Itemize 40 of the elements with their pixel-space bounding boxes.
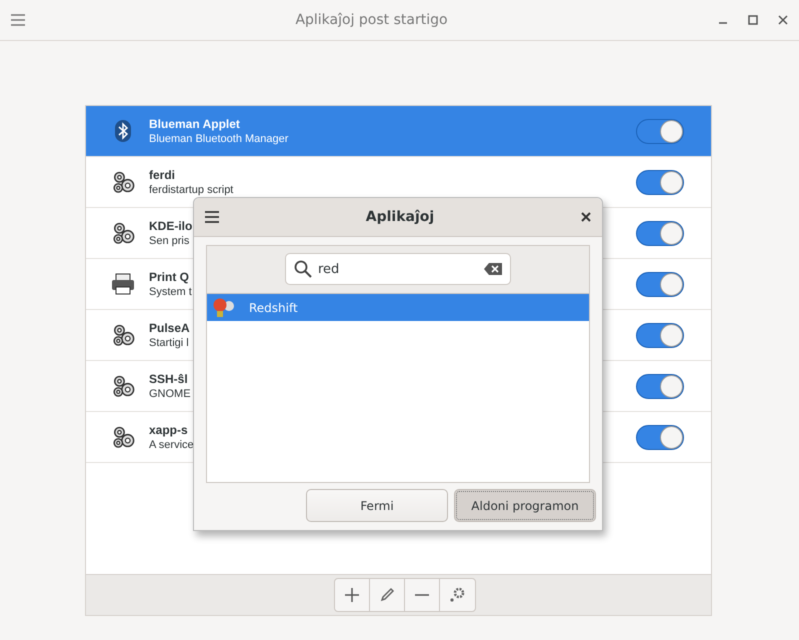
dialog-button[interactable]: Fermi bbox=[306, 489, 448, 522]
maximize-icon[interactable] bbox=[747, 14, 759, 26]
close-icon[interactable] bbox=[580, 211, 592, 223]
dialog-button[interactable]: Aldoni programon bbox=[454, 489, 596, 522]
bulb-icon bbox=[211, 296, 235, 318]
close-icon[interactable] bbox=[777, 14, 789, 26]
window-title: Aplikaĵoj post startigo bbox=[294, 12, 449, 28]
dialog-title: Aplikaĵoj bbox=[364, 209, 436, 225]
app-description: ferdistartup script bbox=[149, 184, 234, 196]
app-description: GNOME bbox=[149, 388, 192, 400]
search-text: red bbox=[318, 262, 340, 276]
settings-icon bbox=[448, 586, 466, 604]
app-description: System t bbox=[149, 286, 193, 298]
app-name: KDE-ilo bbox=[149, 219, 194, 233]
toggle-switch[interactable] bbox=[636, 424, 684, 450]
app-name: ferdi bbox=[149, 168, 176, 182]
app-description: Blueman Bluetooth Manager bbox=[149, 133, 290, 145]
toggle-switch[interactable] bbox=[636, 272, 684, 296]
add-icon bbox=[344, 587, 360, 603]
app-name: Print Q bbox=[149, 270, 190, 284]
app-description: A service bbox=[149, 439, 195, 451]
clear-icon[interactable] bbox=[484, 263, 502, 275]
app-description: Startigi l bbox=[149, 337, 190, 349]
toggle-switch[interactable] bbox=[636, 322, 684, 348]
pencil-icon bbox=[378, 587, 394, 603]
printer-icon bbox=[110, 271, 136, 297]
search-field[interactable]: red bbox=[285, 253, 511, 285]
search-icon bbox=[294, 260, 312, 278]
toggle-switch[interactable] bbox=[636, 220, 684, 246]
app-result[interactable]: Redshift bbox=[207, 294, 589, 321]
app-name: xapp-s bbox=[149, 423, 189, 437]
app-description: Sen pris bbox=[149, 235, 190, 247]
toggle-switch[interactable] bbox=[636, 374, 684, 398]
toggle-switch[interactable] bbox=[636, 118, 684, 144]
startup-item[interactable]: Blueman Applet Blueman Bluetooth Manager bbox=[86, 106, 711, 157]
app-name: SSH-ŝl bbox=[149, 372, 189, 386]
app-name: Blueman Applet bbox=[149, 117, 241, 131]
toggle-switch[interactable] bbox=[636, 170, 684, 194]
app-name: PulseA bbox=[149, 321, 191, 335]
menu-icon[interactable] bbox=[204, 210, 220, 224]
